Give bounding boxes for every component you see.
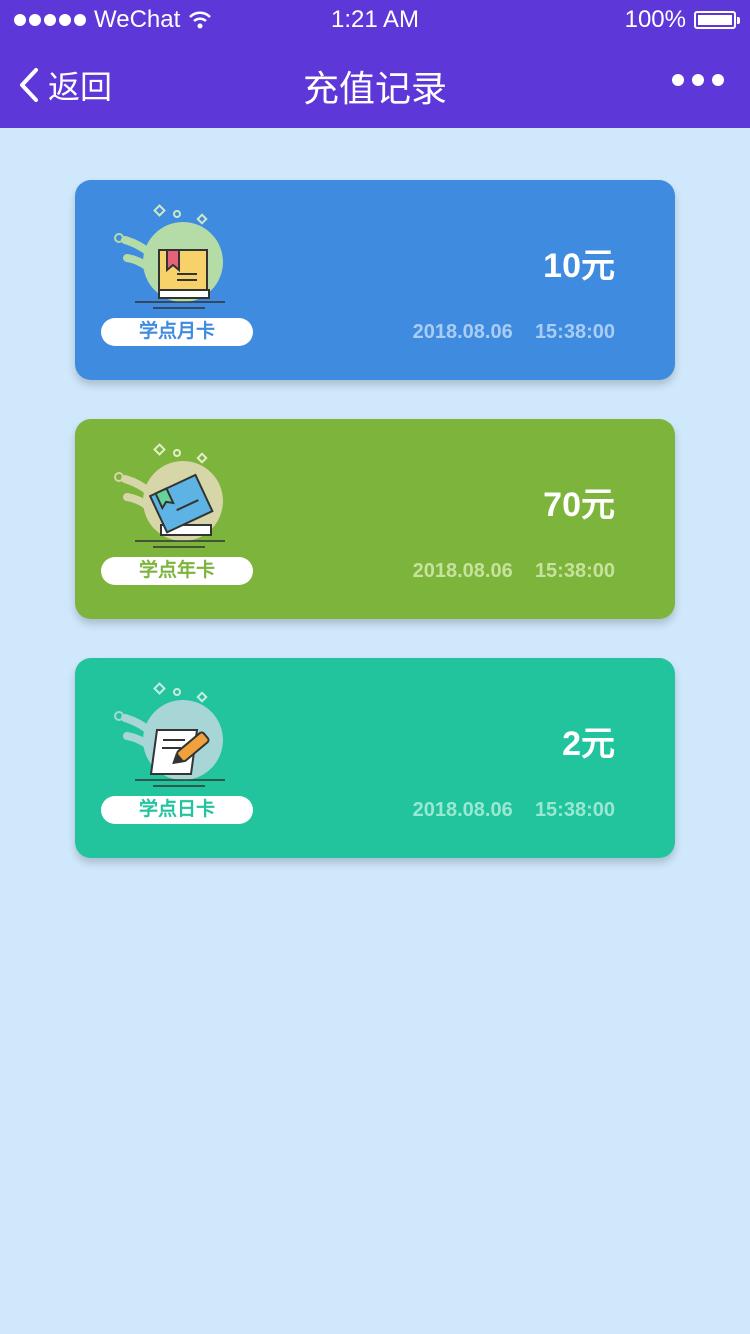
recharge-datetime: 2018.08.06 15:38:00 — [413, 560, 615, 583]
recharge-date: 2018.08.06 — [412, 799, 513, 821]
pen-paper-icon — [114, 682, 225, 787]
card-type-label: 学点年卡 — [101, 557, 253, 585]
recharge-datetime: 2018.08.06 15:38:00 — [413, 799, 615, 822]
recharge-time: 15:38:00 — [534, 560, 615, 582]
book-bookmark-icon — [114, 204, 225, 309]
page-title: 充值记录 — [302, 68, 447, 109]
recharge-amount: 2元 — [562, 725, 615, 763]
more-options-icon[interactable] — [672, 74, 724, 86]
battery-percent: 100% — [624, 6, 686, 33]
recharge-record-card[interactable]: 学点日卡 2元 2018.08.06 15:38:00 — [75, 658, 675, 858]
book-stack-icon — [114, 443, 225, 548]
recharge-time: 15:38:00 — [534, 321, 615, 343]
recharge-amount: 10元 — [543, 247, 615, 285]
card-type-label: 学点日卡 — [101, 796, 253, 824]
recharge-amount: 70元 — [543, 486, 615, 524]
battery-icon — [694, 11, 740, 29]
recharge-datetime: 2018.08.06 15:38:00 — [413, 321, 615, 344]
recharge-date: 2018.08.06 — [412, 560, 513, 582]
recharge-record-card[interactable]: 学点年卡 70元 2018.08.06 15:38:00 — [75, 419, 675, 619]
status-right: 100% — [624, 6, 740, 34]
recharge-time: 15:38:00 — [534, 799, 615, 821]
status-bar: WeChat 1:21 AM 100% — [0, 0, 750, 40]
nav-bar: 返回 充值记录 — [0, 40, 750, 128]
recharge-date: 2018.08.06 — [412, 321, 513, 343]
recharge-record-card[interactable]: 学点月卡 10元 2018.08.06 15:38:00 — [75, 180, 675, 380]
card-type-label: 学点月卡 — [101, 318, 253, 346]
